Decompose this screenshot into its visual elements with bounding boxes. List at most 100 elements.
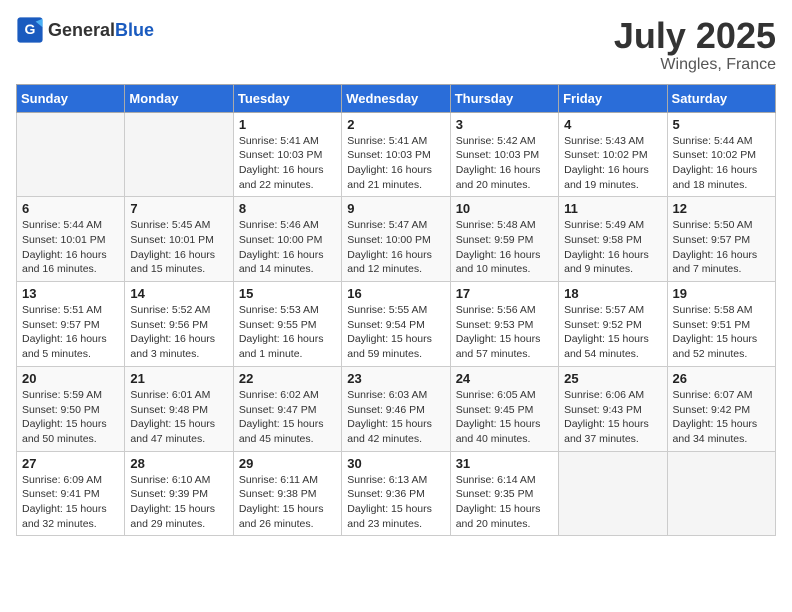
calendar-cell: 3 Sunrise: 5:42 AM Sunset: 10:03 PM Dayli… [450,112,558,197]
day-number: 14 [130,286,227,301]
day-number: 21 [130,371,227,386]
day-header-saturday: Saturday [667,84,775,112]
day-info: Sunrise: 5:44 AM Sunset: 10:02 PM Daylig… [673,134,770,193]
day-number: 6 [22,201,119,216]
calendar-cell [559,451,667,536]
day-number: 9 [347,201,444,216]
calendar-cell: 27 Sunrise: 6:09 AM Sunset: 9:41 PM Dayli… [17,451,125,536]
logo-blue-text: Blue [115,20,154,40]
month-title: July 2025 [614,16,776,56]
day-number: 25 [564,371,661,386]
calendar-cell: 6 Sunrise: 5:44 AM Sunset: 10:01 PM Dayli… [17,197,125,282]
calendar-cell: 13Sunrise: 5:51 AM Sunset: 9:57 PM Dayli… [17,282,125,367]
day-info: Sunrise: 6:07 AM Sunset: 9:42 PM Dayligh… [673,388,770,447]
day-number: 4 [564,117,661,132]
location-title: Wingles, France [614,56,776,74]
day-number: 26 [673,371,770,386]
calendar-cell [125,112,233,197]
day-info: Sunrise: 5:55 AM Sunset: 9:54 PM Dayligh… [347,303,444,362]
days-header-row: SundayMondayTuesdayWednesdayThursdayFrid… [17,84,776,112]
day-info: Sunrise: 5:41 AM Sunset: 10:03 PM Daylig… [347,134,444,193]
day-number: 22 [239,371,336,386]
day-header-tuesday: Tuesday [233,84,341,112]
svg-text:G: G [25,21,36,37]
day-info: Sunrise: 5:44 AM Sunset: 10:01 PM Daylig… [22,218,119,277]
day-info: Sunrise: 5:43 AM Sunset: 10:02 PM Daylig… [564,134,661,193]
week-row-2: 6 Sunrise: 5:44 AM Sunset: 10:01 PM Dayli… [17,197,776,282]
week-row-5: 27 Sunrise: 6:09 AM Sunset: 9:41 PM Dayli… [17,451,776,536]
day-info: Sunrise: 6:02 AM Sunset: 9:47 PM Dayligh… [239,388,336,447]
calendar-cell: 7 Sunrise: 5:45 AM Sunset: 10:01 PM Dayli… [125,197,233,282]
day-info: Sunrise: 5:56 AM Sunset: 9:53 PM Dayligh… [456,303,553,362]
day-number: 7 [130,201,227,216]
week-row-1: 1 Sunrise: 5:41 AM Sunset: 10:03 PM Dayli… [17,112,776,197]
day-number: 10 [456,201,553,216]
day-info: Sunrise: 6:13 AM Sunset: 9:36 PM Dayligh… [347,473,444,532]
calendar-cell: 20 Sunrise: 5:59 AM Sunset: 9:50 PM Dayli… [17,366,125,451]
calendar-cell: 26 Sunrise: 6:07 AM Sunset: 9:42 PM Dayli… [667,366,775,451]
calendar-cell: 15 Sunrise: 5:53 AM Sunset: 9:55 PM Dayli… [233,282,341,367]
day-info: Sunrise: 5:48 AM Sunset: 9:59 PM Dayligh… [456,218,553,277]
day-number: 1 [239,117,336,132]
calendar-cell: 22 Sunrise: 6:02 AM Sunset: 9:47 PM Dayli… [233,366,341,451]
day-number: 20 [22,371,119,386]
day-number: 12 [673,201,770,216]
day-number: 19 [673,286,770,301]
calendar-cell: 11 Sunrise: 5:49 AM Sunset: 9:58 PM Dayli… [559,197,667,282]
calendar-cell: 18 Sunrise: 5:57 AM Sunset: 9:52 PM Dayli… [559,282,667,367]
week-row-4: 20 Sunrise: 5:59 AM Sunset: 9:50 PM Dayli… [17,366,776,451]
calendar-cell: 8 Sunrise: 5:46 AM Sunset: 10:00 PM Dayli… [233,197,341,282]
calendar-cell: 5 Sunrise: 5:44 AM Sunset: 10:02 PM Dayli… [667,112,775,197]
calendar-cell: 21 Sunrise: 6:01 AM Sunset: 9:48 PM Dayli… [125,366,233,451]
day-number: 5 [673,117,770,132]
day-number: 15 [239,286,336,301]
calendar-cell: 10 Sunrise: 5:48 AM Sunset: 9:59 PM Dayli… [450,197,558,282]
calendar-cell: 9 Sunrise: 5:47 AM Sunset: 10:00 PM Dayli… [342,197,450,282]
day-info: Sunrise: 5:51 AM Sunset: 9:57 PM Dayligh… [22,303,119,362]
day-info: Sunrise: 6:14 AM Sunset: 9:35 PM Dayligh… [456,473,553,532]
logo-general-text: General [48,20,115,40]
calendar-cell: 17 Sunrise: 5:56 AM Sunset: 9:53 PM Dayli… [450,282,558,367]
day-info: Sunrise: 5:53 AM Sunset: 9:55 PM Dayligh… [239,303,336,362]
day-number: 17 [456,286,553,301]
day-info: Sunrise: 5:59 AM Sunset: 9:50 PM Dayligh… [22,388,119,447]
calendar-cell: 31Sunrise: 6:14 AM Sunset: 9:35 PM Dayli… [450,451,558,536]
day-number: 27 [22,456,119,471]
day-info: Sunrise: 6:01 AM Sunset: 9:48 PM Dayligh… [130,388,227,447]
day-number: 30 [347,456,444,471]
day-number: 8 [239,201,336,216]
calendar-table: SundayMondayTuesdayWednesdayThursdayFrid… [16,84,776,537]
day-number: 3 [456,117,553,132]
calendar-cell [17,112,125,197]
day-number: 23 [347,371,444,386]
day-header-friday: Friday [559,84,667,112]
calendar-cell: 28 Sunrise: 6:10 AM Sunset: 9:39 PM Dayli… [125,451,233,536]
day-info: Sunrise: 6:10 AM Sunset: 9:39 PM Dayligh… [130,473,227,532]
calendar-cell [667,451,775,536]
calendar-cell: 4 Sunrise: 5:43 AM Sunset: 10:02 PM Dayli… [559,112,667,197]
day-number: 29 [239,456,336,471]
day-header-wednesday: Wednesday [342,84,450,112]
day-info: Sunrise: 5:57 AM Sunset: 9:52 PM Dayligh… [564,303,661,362]
calendar-cell: 1 Sunrise: 5:41 AM Sunset: 10:03 PM Dayli… [233,112,341,197]
day-info: Sunrise: 5:45 AM Sunset: 10:01 PM Daylig… [130,218,227,277]
calendar-cell: 24Sunrise: 6:05 AM Sunset: 9:45 PM Dayli… [450,366,558,451]
day-info: Sunrise: 5:47 AM Sunset: 10:00 PM Daylig… [347,218,444,277]
calendar-cell: 16 Sunrise: 5:55 AM Sunset: 9:54 PM Dayli… [342,282,450,367]
day-number: 28 [130,456,227,471]
day-info: Sunrise: 5:49 AM Sunset: 9:58 PM Dayligh… [564,218,661,277]
day-info: Sunrise: 5:41 AM Sunset: 10:03 PM Daylig… [239,134,336,193]
day-number: 16 [347,286,444,301]
day-header-thursday: Thursday [450,84,558,112]
title-block: July 2025 Wingles, France [614,16,776,74]
day-info: Sunrise: 5:42 AM Sunset: 10:03 PM Daylig… [456,134,553,193]
day-info: Sunrise: 5:46 AM Sunset: 10:00 PM Daylig… [239,218,336,277]
day-info: Sunrise: 6:11 AM Sunset: 9:38 PM Dayligh… [239,473,336,532]
day-number: 11 [564,201,661,216]
calendar-cell: 23Sunrise: 6:03 AM Sunset: 9:46 PM Dayli… [342,366,450,451]
day-header-sunday: Sunday [17,84,125,112]
day-info: Sunrise: 5:50 AM Sunset: 9:57 PM Dayligh… [673,218,770,277]
day-info: Sunrise: 6:09 AM Sunset: 9:41 PM Dayligh… [22,473,119,532]
week-row-3: 13Sunrise: 5:51 AM Sunset: 9:57 PM Dayli… [17,282,776,367]
day-number: 18 [564,286,661,301]
